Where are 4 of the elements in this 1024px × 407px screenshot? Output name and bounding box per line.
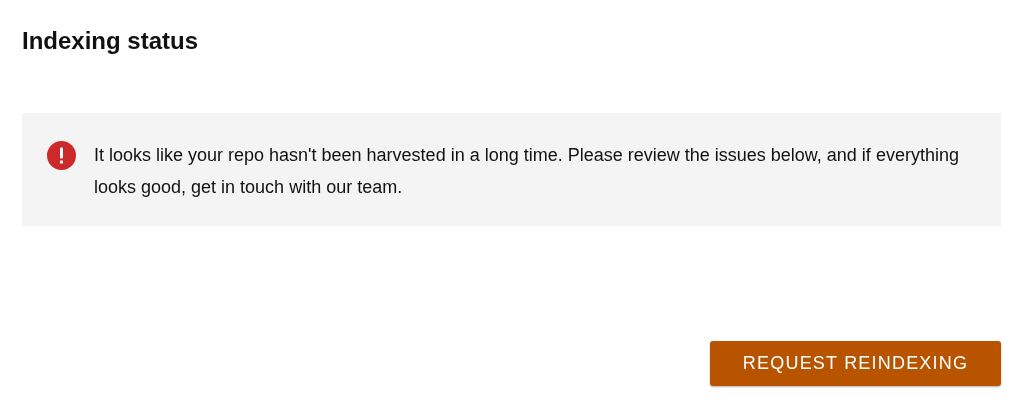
alert-message: It looks like your repo hasn't been harvested in a long time. Please review the issues below, and if everything looks good, get in touch with our team. — [94, 144, 960, 199]
alert-icon — [47, 141, 76, 170]
page-title: Indexing status — [22, 26, 200, 56]
request-reindexing-button[interactable]: REQUEST REINDEXING — [710, 341, 1001, 386]
